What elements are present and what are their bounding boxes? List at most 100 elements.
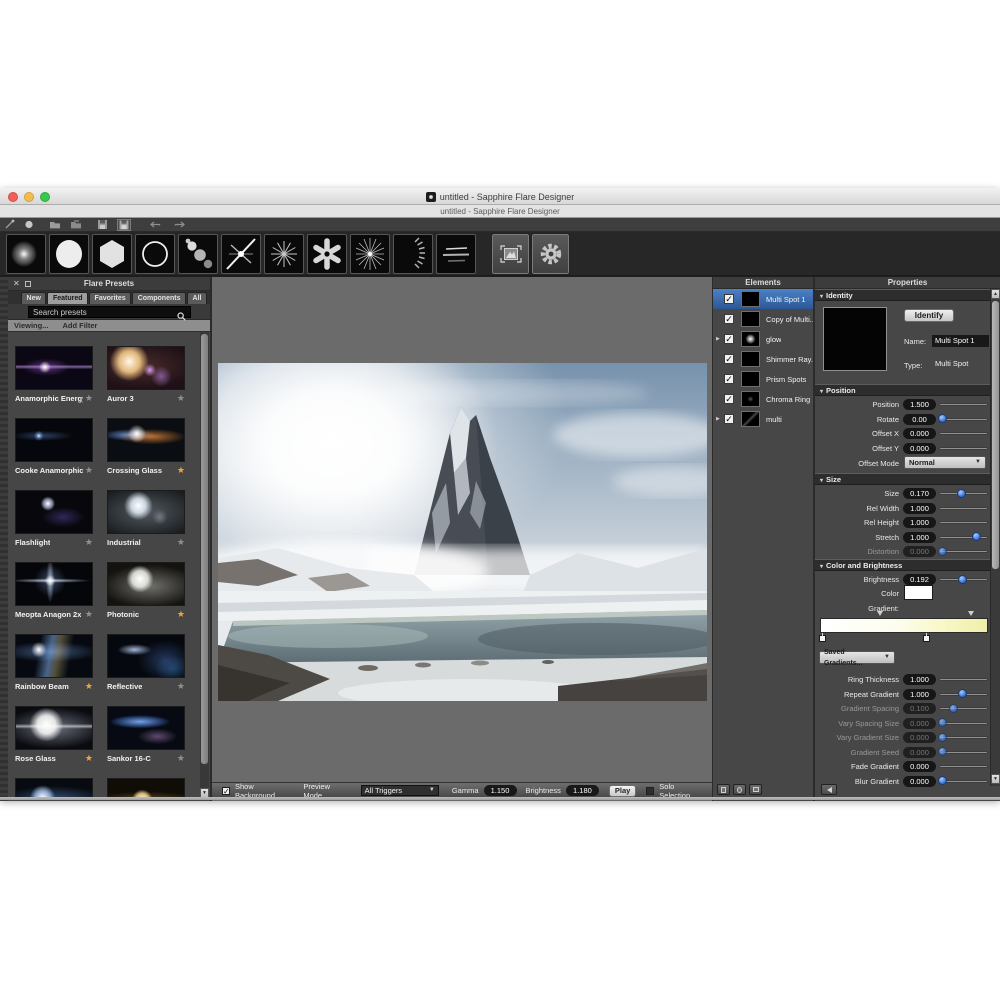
parameter-value-field[interactable]: 0.000 [903,776,936,787]
parameter-slider[interactable] [939,688,988,701]
hexagon-shape-button[interactable] [92,234,132,274]
identify-button[interactable]: Identify [904,309,954,322]
position-section-header[interactable]: ▾Position [815,384,990,396]
search-input[interactable]: Search presets [28,306,191,318]
parameter-slider[interactable] [939,502,988,515]
duplicate-element-button[interactable] [733,784,746,795]
parameter-slider[interactable] [939,717,988,730]
preset-thumbnail[interactable] [107,418,185,462]
slider-thumb[interactable] [958,575,967,584]
streaks-shape-button[interactable] [436,234,476,274]
import-icon[interactable] [70,219,82,231]
favorite-star-icon[interactable]: ★ [85,609,93,619]
preset-thumbnail[interactable] [107,706,185,750]
color-swatch[interactable] [904,585,933,600]
favorite-star-icon[interactable]: ★ [177,753,185,763]
scroll-up-icon[interactable]: ▲ [991,289,1000,299]
flower-rays-shape-button[interactable] [307,234,347,274]
preset-item[interactable]: Reflective ★ [107,634,185,692]
properties-scrollbar-thumb[interactable] [992,301,999,569]
pointer-icon[interactable] [5,219,15,231]
parameter-slider[interactable] [939,531,988,544]
element-visibility-checkbox[interactable]: ✓ [724,394,734,404]
new-flare-icon[interactable] [24,219,34,231]
circle-shape-button[interactable] [49,234,89,274]
size-section-header[interactable]: ▾Size [815,473,990,485]
parameter-value-field[interactable]: 0.000 [903,443,936,454]
preset-thumbnail[interactable] [107,490,185,534]
background-image-button[interactable] [492,234,529,274]
parameter-value-field[interactable]: 0.000 [903,718,936,729]
presets-scrollbar-thumb[interactable] [201,334,208,764]
parameter-value-field[interactable]: 0.192 [903,574,936,585]
close-panel-icon[interactable]: ✕ [13,277,20,291]
preset-item[interactable]: Photonic ★ [107,562,185,620]
preset-thumbnail[interactable] [107,778,185,798]
expand-arrow-icon[interactable]: ▶ [716,416,720,422]
add-filter-button[interactable]: Add Filter [62,320,97,331]
slider-thumb[interactable] [972,532,981,541]
parameter-slider[interactable] [939,398,988,411]
slider-thumb[interactable] [938,414,947,423]
element-row[interactable]: ▶ ✓ Copy of Multi... [713,309,813,329]
parameter-value-field[interactable]: 0.00 [903,414,936,425]
favorite-star-icon[interactable]: ★ [177,609,185,619]
identity-section-header[interactable]: ▾Identity [815,289,990,301]
show-background-checkbox[interactable]: ✓ [222,787,230,795]
preset-thumbnail[interactable] [15,418,93,462]
dock-handle-strip[interactable] [0,277,8,801]
viewing-menu[interactable]: Viewing... [14,320,48,331]
parameter-slider[interactable] [939,775,988,788]
parameter-value-field[interactable]: 0.100 [903,703,936,714]
slider-thumb[interactable] [957,489,966,498]
presets-scrollbar[interactable]: ▼ [200,332,209,798]
preset-item[interactable]: Flashlight ★ [15,490,93,548]
preset-item[interactable]: Meopta Anagon 2x ★ [15,562,93,620]
search-icon[interactable] [177,308,186,326]
element-visibility-checkbox[interactable]: ✓ [724,414,734,424]
preset-thumbnail[interactable] [15,778,93,798]
name-field[interactable]: Multi Spot 1 [932,335,989,347]
element-row[interactable]: ▶ ✓ Chroma Ring 1 [713,389,813,409]
preset-thumbnail[interactable] [107,562,185,606]
favorite-star-icon[interactable]: ★ [177,465,185,475]
preset-thumbnail[interactable] [107,634,185,678]
parameter-value-field[interactable]: 1.000 [903,674,936,685]
preset-item[interactable]: Sankor 16-C ★ [107,706,185,764]
preset-thumbnail[interactable] [15,706,93,750]
parameter-value-field[interactable]: 1.000 [903,532,936,543]
parameter-value-field[interactable]: 0.000 [903,747,936,758]
delete-element-button[interactable] [749,784,762,795]
add-element-button[interactable] [717,784,730,795]
parameter-slider[interactable] [939,746,988,759]
parameter-slider[interactable] [939,573,988,586]
parameter-slider[interactable] [939,673,988,686]
parameter-slider[interactable] [939,702,988,715]
parameter-slider[interactable] [939,760,988,773]
slider-thumb[interactable] [958,689,967,698]
solo-selection-checkbox[interactable] [646,787,654,795]
save-icon[interactable] [97,219,108,231]
favorite-star-icon[interactable]: ★ [85,537,93,547]
favorite-star-icon[interactable]: ★ [177,537,185,547]
parameter-value-field[interactable]: 1.500 [903,399,936,410]
parameter-value-field[interactable]: 0.000 [903,761,936,772]
favorite-star-icon[interactable]: ★ [85,465,93,475]
gradient-stop-marker-icon[interactable] [968,611,974,616]
zoom-window-button[interactable] [40,192,50,202]
favorite-star-icon[interactable]: ★ [177,393,185,403]
parameter-slider[interactable] [939,487,988,500]
element-row[interactable]: ▶ ✓ multi [713,409,813,429]
properties-scrollbar[interactable]: ▲ ▼ [990,289,1000,786]
element-row[interactable]: ▶ ✓ glow [713,329,813,349]
slider-thumb[interactable] [938,718,947,727]
scroll-down-icon[interactable]: ▼ [991,774,1000,784]
preset-item[interactable]: Anamorphic Energy ★ [15,346,93,404]
element-visibility-checkbox[interactable]: ✓ [724,354,734,364]
preset-item[interactable]: Rainbow Beam ★ [15,634,93,692]
parameter-value-field[interactable]: 1.000 [903,689,936,700]
spikes-shape-button[interactable] [350,234,390,274]
favorite-star-icon[interactable]: ★ [85,681,93,691]
preset-item[interactable]: Cooke Anamorphic I... ★ [15,418,93,476]
star-shape-button[interactable] [221,234,261,274]
